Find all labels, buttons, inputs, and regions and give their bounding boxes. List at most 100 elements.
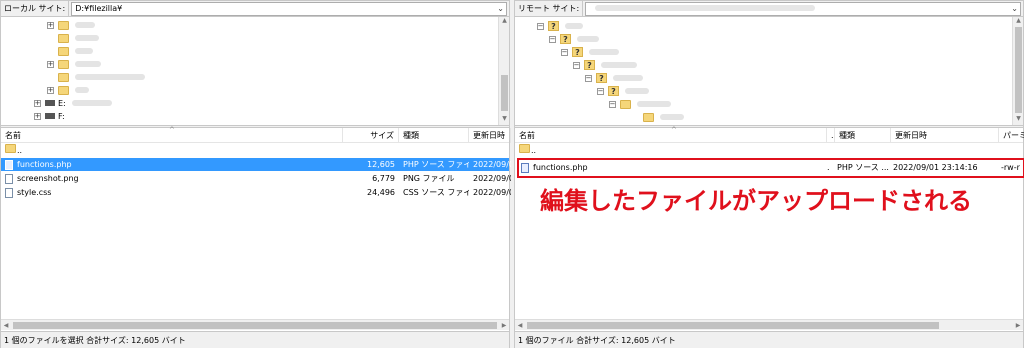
unknown-folder-icon: ?	[584, 60, 595, 70]
scroll-right-icon[interactable]: ▶	[499, 320, 509, 331]
collapse-icon[interactable]: −	[549, 35, 556, 43]
file-type: PHP ソース ファイ...	[403, 160, 469, 169]
tree-item-drive-f[interactable]: + F:	[34, 110, 65, 122]
scroll-thumb[interactable]	[1015, 27, 1022, 113]
expand-icon[interactable]: +	[34, 99, 41, 107]
collapse-icon[interactable]: −	[561, 48, 568, 56]
column-size[interactable]: サイズ	[343, 128, 399, 143]
scroll-thumb[interactable]	[527, 322, 939, 329]
scroll-down-icon[interactable]: ▼	[499, 115, 510, 125]
sort-caret-icon: ^	[169, 126, 175, 134]
remote-list-hscrollbar[interactable]: ◀ ▶	[515, 319, 1023, 330]
local-site-bar: ローカル サイト: D:¥filezilla¥ ⌄	[1, 0, 509, 17]
tree-item[interactable]: −?	[561, 46, 619, 58]
column-modified[interactable]: 更新日時	[891, 128, 999, 143]
file-name: functions.php	[17, 160, 72, 169]
parent-dir-row[interactable]: ..	[1, 144, 509, 157]
tree-item[interactable]: −?	[549, 33, 599, 45]
table-row[interactable]: screenshot.png 6,779 PNG ファイル 2022/09/0	[1, 172, 511, 185]
collapse-icon[interactable]: −	[573, 61, 580, 69]
tree-item[interactable]: −?	[597, 85, 649, 97]
folder-icon	[58, 85, 69, 95]
image-file-icon	[5, 173, 13, 184]
remote-directory-tree[interactable]: −? −? −? −? −? −? −	[515, 17, 1023, 125]
file-modified: 2022/09/0	[473, 174, 511, 183]
folder-icon	[643, 112, 654, 122]
parent-dir-label: ..	[17, 146, 23, 155]
expand-icon[interactable]: +	[47, 21, 54, 29]
scroll-down-icon[interactable]: ▼	[1013, 115, 1024, 125]
collapse-icon[interactable]: −	[585, 74, 592, 82]
folder-icon	[5, 144, 16, 153]
unknown-folder-icon: ?	[548, 21, 559, 31]
remote-path-input[interactable]: ⌄	[585, 1, 1021, 16]
table-row[interactable]: functions.php 12,605 PHP ソース ファイ... 2022…	[1, 158, 511, 171]
folder-icon	[58, 46, 69, 56]
tree-item[interactable]: +	[47, 84, 89, 96]
column-permissions[interactable]: パーミッ	[999, 128, 1024, 143]
unknown-folder-icon: ?	[572, 47, 583, 57]
local-file-list-header: 名前 ^ サイズ 種類 更新日時	[1, 126, 511, 143]
folder-icon	[58, 20, 69, 30]
annotation-text: 編集したファイルがアップロードされる	[540, 187, 972, 215]
expand-icon[interactable]: +	[34, 112, 41, 120]
file-size: 12,605	[367, 160, 395, 169]
tree-item[interactable]: +	[47, 58, 101, 70]
parent-dir-label: ..	[531, 146, 537, 155]
remote-tree-scrollbar[interactable]: ▲ ▼	[1012, 17, 1023, 125]
file-type: CSS ソース ファイル	[403, 188, 469, 197]
file-type: PNG ファイル	[403, 174, 455, 183]
parent-dir-row[interactable]: ..	[515, 144, 1023, 157]
remote-pane: リモート サイト: ⌄ −? −? −? −? −? −? − ▲ ▼ 名前 ^…	[514, 0, 1024, 348]
local-directory-tree[interactable]: + + + + E: + F:	[1, 17, 509, 125]
folder-icon	[58, 59, 69, 69]
tree-item[interactable]: −?	[573, 59, 637, 71]
scroll-up-icon[interactable]: ▲	[1013, 17, 1024, 27]
chevron-down-icon[interactable]: ⌄	[497, 3, 504, 15]
unknown-folder-icon: ?	[560, 34, 571, 44]
scroll-thumb[interactable]	[13, 322, 497, 329]
remote-site-bar: リモート サイト: ⌄	[515, 0, 1023, 17]
local-status-bar: 1 個のファイルを選択 合計サイズ: 12,605 バイト	[1, 331, 509, 348]
scroll-left-icon[interactable]: ◀	[515, 320, 525, 331]
scroll-left-icon[interactable]: ◀	[1, 320, 11, 331]
tree-item[interactable]	[643, 111, 684, 123]
tree-item[interactable]	[58, 32, 99, 44]
local-tree-scrollbar[interactable]: ▲ ▼	[498, 17, 509, 125]
folder-icon	[58, 72, 69, 82]
column-size[interactable]: .	[827, 128, 835, 143]
column-type[interactable]: 種類	[399, 128, 469, 143]
css-file-icon	[5, 187, 13, 198]
tree-item[interactable]: −?	[585, 72, 643, 84]
collapse-icon[interactable]: −	[609, 100, 616, 108]
tree-item-drive-e[interactable]: + E:	[34, 97, 112, 109]
chevron-down-icon[interactable]: ⌄	[1011, 3, 1018, 15]
scroll-up-icon[interactable]: ▲	[499, 17, 510, 27]
folder-icon	[519, 144, 530, 153]
column-type[interactable]: 種類	[835, 128, 891, 143]
file-name: style.css	[17, 188, 52, 197]
drive-icon	[45, 100, 55, 106]
local-list-hscrollbar[interactable]: ◀ ▶	[1, 319, 509, 330]
tree-item[interactable]: +	[47, 19, 95, 31]
collapse-icon[interactable]: −	[597, 87, 604, 95]
local-path-input[interactable]: D:¥filezilla¥ ⌄	[71, 1, 507, 16]
local-path-value: D:¥filezilla¥	[75, 3, 123, 13]
column-modified[interactable]: 更新日時	[469, 128, 511, 143]
expand-icon[interactable]: +	[47, 86, 54, 94]
file-size: 6,779	[372, 174, 395, 183]
drive-e-label: E:	[58, 98, 66, 108]
file-modified: 2022/09/0	[473, 160, 511, 169]
scroll-right-icon[interactable]: ▶	[1013, 320, 1023, 331]
tree-item[interactable]	[58, 71, 145, 83]
network-drive-icon	[45, 113, 55, 119]
expand-icon[interactable]: +	[47, 60, 54, 68]
collapse-icon[interactable]: −	[537, 22, 544, 30]
remote-file-list-header: 名前 ^ . 種類 更新日時 パーミッ	[515, 126, 1024, 143]
tree-item[interactable]: −	[609, 98, 671, 110]
tree-item[interactable]: −?	[537, 20, 583, 32]
drive-f-label: F:	[58, 111, 65, 121]
scroll-thumb[interactable]	[501, 75, 508, 111]
table-row[interactable]: style.css 24,496 CSS ソース ファイル 2022/09/0	[1, 186, 511, 199]
tree-item[interactable]	[58, 45, 93, 57]
